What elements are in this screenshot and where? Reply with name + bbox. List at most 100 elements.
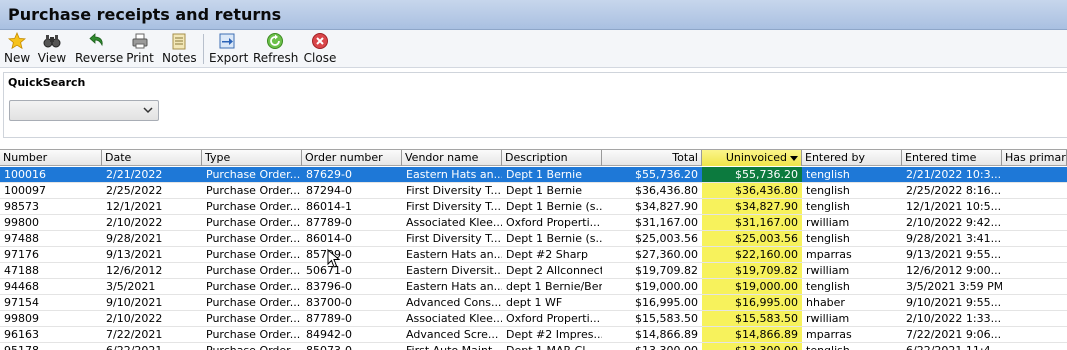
header-col-has-primary[interactable]: Has primary r (1002, 150, 1067, 166)
header-label: Description (505, 151, 568, 164)
cell-order-number: 87789-0 (306, 312, 352, 325)
cell-uninvoiced: $36,436.80 (702, 183, 802, 198)
cell-uninvoiced: $22,160.00 (702, 247, 802, 262)
cell-entered-time: 3/5/2021 3:59 PM (906, 280, 1002, 293)
cell-has-primary (1002, 263, 1067, 278)
header-col-vendor-name[interactable]: Vendor name (402, 150, 502, 166)
cell-uninvoiced: $15,583.50 (702, 311, 802, 326)
cell-order-number: 87294-0 (306, 184, 352, 197)
new-button[interactable]: New (4, 32, 30, 66)
table-row[interactable]: 96163 7/22/2021 Purchase Order... 84942-0 Ad… (0, 327, 1067, 343)
cell-vendor-name: First Diversity T... (406, 200, 501, 213)
cell-entered-time: 2/21/2022 10:3... (906, 168, 1002, 181)
cell-total: $13,300.00 (602, 343, 702, 350)
cell-entered-time: 12/1/2021 10:5... (906, 200, 1002, 213)
cell-order-number: 85799-0 (302, 247, 402, 262)
cell-entered-by: tenglish (806, 168, 850, 181)
mouse-cursor-icon (327, 249, 341, 268)
header-label: Has primary r (1005, 151, 1066, 164)
cell-entered-by: rwilliam (806, 312, 850, 325)
sort-descending-icon (790, 155, 798, 161)
header-col-number[interactable]: Number (0, 150, 102, 166)
cell-entered-time: 7/22/2021 9:06... (906, 328, 1002, 341)
table-row[interactable]: 951786/22/2021Purchase Order...85073-0Fi… (0, 343, 1067, 350)
header-col-entered-by[interactable]: Entered by (802, 150, 902, 166)
table-row[interactable]: 100016 2/21/2022 Purchase Order... 87629-0 E… (0, 167, 1067, 183)
cell-description: Dept 1 Bernie (s... (506, 200, 602, 213)
notes-button[interactable]: Notes (162, 32, 197, 66)
cell-order-number: 87789-0 (306, 216, 352, 229)
quicksearch-dropdown[interactable] (9, 100, 159, 121)
cell-type: Purchase Order... (206, 328, 301, 341)
header-col-description[interactable]: Description (502, 150, 602, 166)
cell-has-primary (1002, 343, 1067, 350)
cell-vendor-name: Advanced Scre... (406, 328, 499, 341)
cell-has-primary (1002, 183, 1067, 198)
cell-entered-time: 2/10/2022 1:33... (906, 312, 1002, 325)
cell-total: $14,866.89 (635, 328, 698, 341)
cell-type: Purchase Order... (206, 264, 301, 277)
cell-type: Purchase Order... (206, 232, 301, 245)
header-col-total[interactable]: Total (602, 150, 702, 166)
cell-entered-by: rwilliam (806, 264, 850, 277)
cell-date: 12/1/2021 (106, 200, 163, 213)
cell-number: 47188 (4, 264, 39, 277)
header-label: Type (205, 151, 231, 164)
cell-vendor-name: First Auto Maint... (402, 343, 502, 350)
notes-icon (172, 33, 186, 50)
cell-description: dept 1 WF (506, 296, 563, 309)
cell-has-primary (1002, 231, 1067, 246)
cell-vendor-name: Eastern Hats an... (406, 280, 502, 293)
cell-has-primary (1002, 279, 1067, 294)
export-icon (219, 33, 235, 49)
cell-order-number: 83700-0 (306, 296, 352, 309)
toolbar: New View Reverse Print Notes Export Refr… (0, 30, 1067, 68)
cell-uninvoiced: $19,000.00 (702, 279, 802, 294)
table-row[interactable]: 98573 12/1/2021 Purchase Order... 86014-1 Fi… (0, 199, 1067, 215)
cell-total: $36,436.80 (635, 184, 698, 197)
table-row[interactable]: 97488 9/28/2021 Purchase Order... 86014-0 Fi… (0, 231, 1067, 247)
table-row[interactable]: 97154 9/10/2021 Purchase Order... 83700-0 Ad… (0, 295, 1067, 311)
cell-number: 100016 (4, 168, 46, 181)
cell-entered-by: tenglish (806, 232, 850, 245)
cell-order-number: 50671-0 (306, 264, 352, 277)
table-row[interactable]: 100097 2/25/2022 Purchase Order... 87294-0 F… (0, 183, 1067, 199)
cell-has-primary (1002, 327, 1067, 342)
cell-number: 95178 (0, 343, 102, 350)
header-col-uninvoiced[interactable]: Uninvoiced (702, 150, 802, 166)
cell-type: Purchase Order... (206, 312, 301, 325)
cell-description: Dept #2 Sharp (506, 248, 588, 261)
table-row[interactable]: 94468 3/5/2021 Purchase Order... 83796-0 Eas… (0, 279, 1067, 295)
header-col-order-number[interactable]: Order number (302, 150, 402, 166)
cell-number: 99809 (4, 312, 39, 325)
refresh-button[interactable]: Refresh (253, 32, 298, 66)
cell-entered-by: mparras (806, 248, 852, 261)
cell-type: Purchase Order... (206, 216, 301, 229)
cell-uninvoiced: $14,866.89 (702, 327, 802, 342)
header-col-date[interactable]: Date (102, 150, 202, 166)
print-button[interactable]: Print (126, 32, 154, 66)
cell-type: Purchase Order... (206, 200, 301, 213)
cell-date: 2/25/2022 (106, 184, 163, 197)
header-col-entered-time[interactable]: Entered time (902, 150, 1002, 166)
cell-description: Oxford Properti... (506, 216, 601, 229)
reverse-button[interactable]: Reverse (75, 32, 123, 66)
cell-uninvoiced: $25,003.56 (702, 231, 802, 246)
close-button[interactable]: Close (303, 32, 337, 66)
header-col-type[interactable]: Type (202, 150, 302, 166)
cell-vendor-name: First Diversity T... (406, 184, 501, 197)
cell-number: 99800 (4, 216, 39, 229)
cell-order-number: 87629-0 (306, 168, 352, 181)
table-row[interactable]: 99800 2/10/2022 Purchase Order... 87789-0 As… (0, 215, 1067, 231)
printer-icon (132, 33, 148, 49)
table-row[interactable]: 97176 9/13/2021 Purchase Order...85799-0 Ea… (0, 247, 1067, 263)
export-button[interactable]: Export (209, 32, 248, 66)
cell-uninvoiced: $55,736.20 (702, 167, 802, 182)
cell-total: $31,167.00 (635, 216, 698, 229)
table-row[interactable]: 47188 12/6/2012 Purchase Order... 50671-0 Ea… (0, 263, 1067, 279)
toolbar-separator (203, 34, 204, 64)
table-row[interactable]: 99809 2/10/2022 Purchase Order... 87789-0 As… (0, 311, 1067, 327)
cell-entered-by: tenglish (806, 200, 850, 213)
cell-date: 2/10/2022 (106, 216, 163, 229)
view-button[interactable]: View (37, 32, 67, 66)
